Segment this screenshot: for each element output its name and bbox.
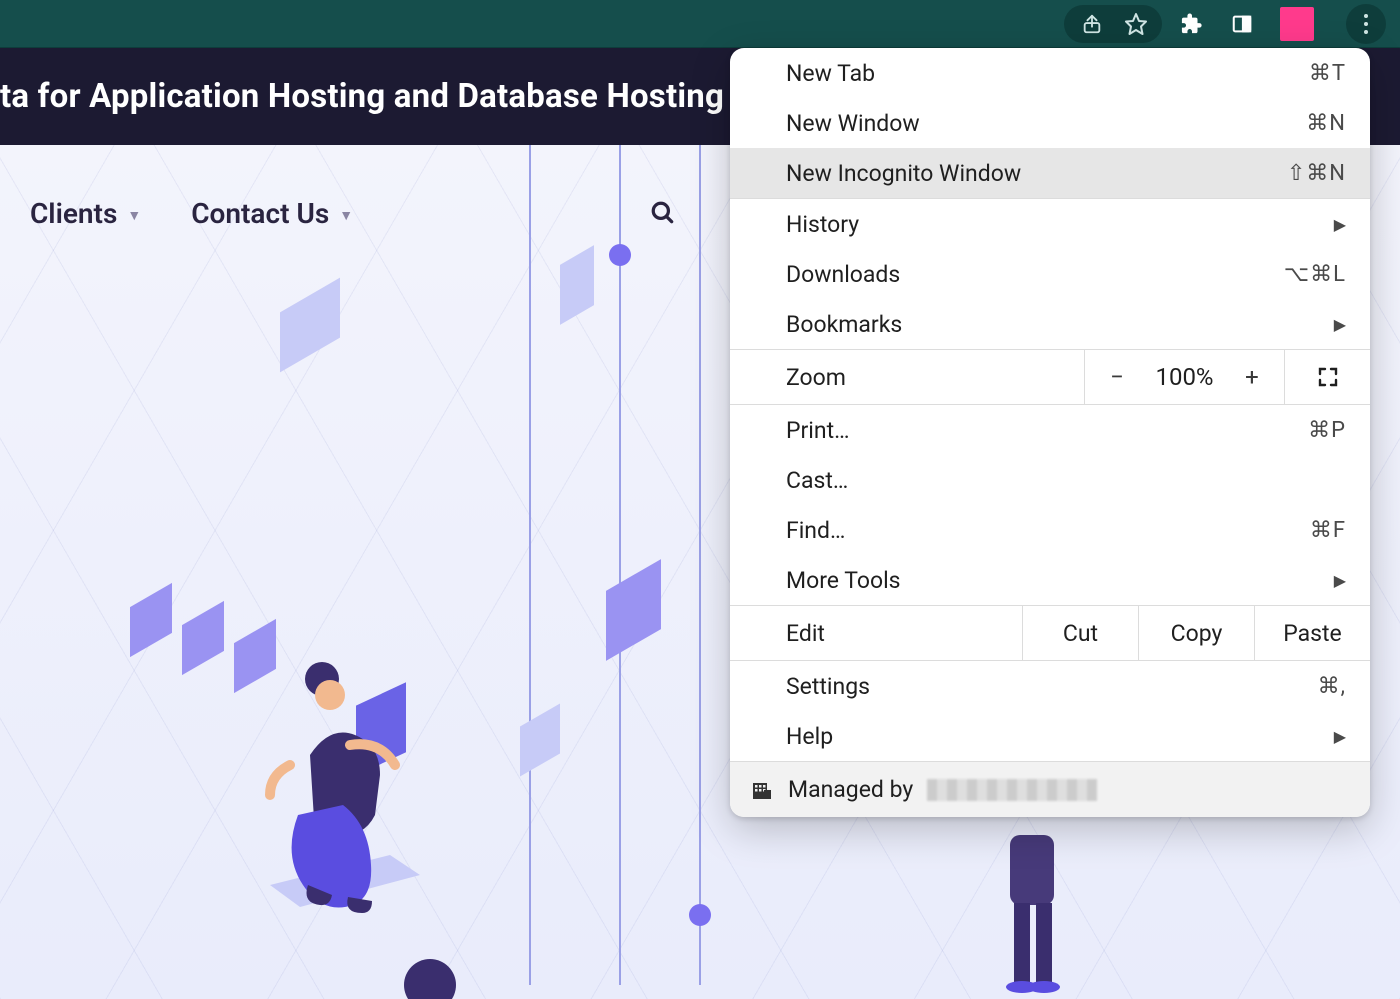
chevron-right-icon: ▶ (1334, 315, 1346, 334)
menu-label: Bookmarks (786, 311, 902, 338)
nav-label: Contact Us (191, 197, 329, 230)
illustration-person (970, 815, 1110, 999)
menu-shortcut: ⇧⌘N (1287, 161, 1346, 186)
illustration-shape (280, 278, 340, 373)
chevron-down-icon: ▼ (339, 207, 353, 224)
zoom-out-button[interactable]: − (1101, 363, 1133, 391)
fullscreen-button[interactable] (1284, 350, 1370, 404)
menu-label: Print… (786, 417, 850, 444)
share-icon[interactable] (1080, 12, 1104, 36)
menu-item-help[interactable]: Help ▶ (730, 711, 1370, 761)
chevron-right-icon: ▶ (1334, 571, 1346, 590)
nav-item-clients[interactable]: Clients ▼ (30, 197, 141, 230)
menu-shortcut: ⌘P (1308, 418, 1346, 443)
menu-label: Cast… (786, 467, 848, 494)
address-bar-pill (1064, 5, 1162, 43)
search-button[interactable] (643, 193, 683, 233)
menu-edit-row: Edit Cut Copy Paste (730, 605, 1370, 661)
browser-menu-button[interactable] (1346, 4, 1386, 44)
nav-label: Clients (30, 197, 117, 230)
menu-shortcut: ⌘F (1310, 518, 1346, 543)
managed-by-org-redacted (927, 779, 1097, 801)
profile-avatar[interactable] (1280, 7, 1314, 41)
chevron-right-icon: ▶ (1334, 727, 1346, 746)
chevron-down-icon: ▼ (127, 207, 141, 224)
nav-item-contact[interactable]: Contact Us ▼ (191, 197, 353, 230)
menu-label: Find… (786, 517, 845, 544)
menu-shortcut: ⌘N (1306, 111, 1346, 136)
illustration-lines (500, 145, 760, 985)
menu-item-cast[interactable]: Cast… (730, 455, 1370, 505)
edit-copy-button[interactable]: Copy (1138, 606, 1254, 660)
menu-shortcut: ⌘, (1318, 674, 1346, 699)
menu-label: Zoom (730, 350, 1084, 404)
menu-label: New Incognito Window (786, 160, 1021, 187)
star-icon[interactable] (1124, 12, 1148, 36)
menu-item-bookmarks[interactable]: Bookmarks ▶ (730, 299, 1370, 349)
banner-title: ta for Application Hosting and Database … (0, 77, 724, 116)
managed-by-label: Managed by (788, 776, 913, 803)
zoom-value: 100% (1155, 363, 1213, 391)
menu-item-more-tools[interactable]: More Tools ▶ (730, 555, 1370, 605)
menu-item-new-window[interactable]: New Window ⌘N (730, 98, 1370, 148)
menu-label: New Tab (786, 60, 875, 87)
menu-zoom-row: Zoom − 100% + (730, 349, 1370, 405)
menu-item-new-incognito[interactable]: New Incognito Window ⇧⌘N (730, 148, 1370, 198)
illustration-person (250, 645, 470, 925)
illustration-head (390, 945, 470, 999)
search-icon (650, 200, 676, 226)
browser-chrome-bar (0, 0, 1400, 48)
menu-shortcut: ⌘T (1309, 61, 1346, 86)
menu-item-find[interactable]: Find… ⌘F (730, 505, 1370, 555)
fullscreen-icon (1316, 365, 1340, 389)
chrome-context-menu: New Tab ⌘T New Window ⌘N New Incognito W… (730, 48, 1370, 817)
menu-label: Edit (730, 606, 1022, 660)
menu-item-print[interactable]: Print… ⌘P (730, 405, 1370, 455)
menu-label: Settings (786, 673, 870, 700)
extension-icon[interactable] (1180, 12, 1204, 36)
panel-icon[interactable] (1230, 12, 1254, 36)
illustration-shape (130, 583, 172, 657)
illustration-shape (234, 619, 276, 693)
chrome-toolbar-icons (1180, 4, 1386, 44)
edit-paste-button[interactable]: Paste (1254, 606, 1370, 660)
menu-item-settings[interactable]: Settings ⌘, (730, 661, 1370, 711)
menu-label: New Window (786, 110, 920, 137)
menu-managed-by[interactable]: Managed by (730, 761, 1370, 817)
menu-label: Downloads (786, 261, 900, 288)
menu-label: Help (786, 723, 833, 750)
illustration-shape (560, 245, 594, 325)
edit-cut-button[interactable]: Cut (1022, 606, 1138, 660)
menu-label: History (786, 211, 859, 238)
chevron-right-icon: ▶ (1334, 215, 1346, 234)
zoom-controls: − 100% + (1084, 350, 1284, 404)
menu-shortcut: ⌥⌘L (1284, 262, 1346, 287)
building-icon (750, 778, 774, 802)
menu-item-history[interactable]: History ▶ (730, 199, 1370, 249)
illustration-shape (182, 601, 224, 675)
illustration-shape (520, 703, 560, 776)
illustration-shape (606, 559, 661, 661)
menu-item-new-tab[interactable]: New Tab ⌘T (730, 48, 1370, 98)
zoom-in-button[interactable]: + (1236, 363, 1268, 391)
menu-label: More Tools (786, 567, 901, 594)
menu-item-downloads[interactable]: Downloads ⌥⌘L (730, 249, 1370, 299)
